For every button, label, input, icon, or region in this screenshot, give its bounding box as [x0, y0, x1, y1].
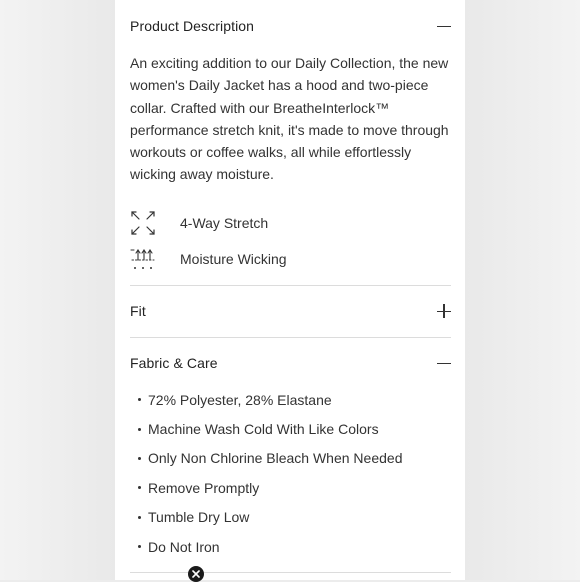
list-item: Only Non Chlorine Bleach When Needed — [130, 444, 451, 473]
product-description-header[interactable]: Product Description — [130, 13, 451, 39]
care-item-label: Do Not Iron — [148, 538, 220, 555]
product-description-body: An exciting addition to our Daily Collec… — [130, 52, 452, 186]
product-description-title: Product Description — [130, 18, 255, 34]
list-item: Tumble Dry Low — [130, 503, 451, 532]
divider — [130, 337, 451, 338]
feature-item: Moisture Wicking — [130, 246, 451, 272]
four-way-stretch-icon — [131, 211, 155, 235]
product-description-section: Product Description — [130, 13, 451, 39]
bullet-icon — [138, 427, 141, 431]
fit-title: Fit — [130, 303, 146, 319]
care-item-label: Only Non Chlorine Bleach When Needed — [148, 450, 403, 467]
background-right — [465, 0, 580, 580]
moisture-wicking-icon — [130, 249, 155, 269]
fit-section: Fit — [130, 298, 451, 324]
background-left — [0, 0, 115, 580]
care-item-label: Tumble Dry Low — [148, 509, 250, 526]
care-item-label: Machine Wash Cold With Like Colors — [148, 421, 379, 438]
fabric-care-section: Fabric & Care — [130, 350, 451, 376]
fabric-care-list: 72% Polyester, 28% Elastane Machine Wash… — [130, 385, 451, 561]
feature-item: 4-Way Stretch — [130, 210, 451, 236]
bullet-icon — [138, 486, 141, 490]
fit-header[interactable]: Fit — [130, 298, 451, 324]
care-item-label: Remove Promptly — [148, 479, 260, 496]
fabric-care-title: Fabric & Care — [130, 355, 218, 371]
product-description-text: An exciting addition to our Daily Collec… — [130, 55, 449, 183]
bullet-icon — [138, 398, 141, 402]
bullet-icon — [138, 515, 141, 519]
fabric-care-header[interactable]: Fabric & Care — [130, 350, 451, 376]
minus-icon[interactable] — [437, 356, 451, 370]
feature-label: Moisture Wicking — [180, 251, 287, 267]
list-item: Do Not Iron — [130, 532, 451, 561]
divider — [130, 572, 451, 573]
list-item: 72% Polyester, 28% Elastane — [130, 385, 451, 414]
list-item: Remove Promptly — [130, 473, 451, 502]
plus-icon[interactable] — [437, 304, 451, 318]
minus-icon[interactable] — [437, 19, 451, 33]
feature-label: 4-Way Stretch — [180, 215, 269, 231]
product-details-panel: Product Description An exciting addition… — [115, 0, 465, 580]
divider — [130, 285, 451, 286]
bullet-icon — [138, 545, 141, 549]
care-item-label: 72% Polyester, 28% Elastane — [148, 391, 332, 408]
bullet-icon — [138, 456, 141, 460]
list-item: Machine Wash Cold With Like Colors — [130, 414, 451, 443]
feature-list: 4-Way Stretch Moisture Wicking — [130, 210, 451, 272]
